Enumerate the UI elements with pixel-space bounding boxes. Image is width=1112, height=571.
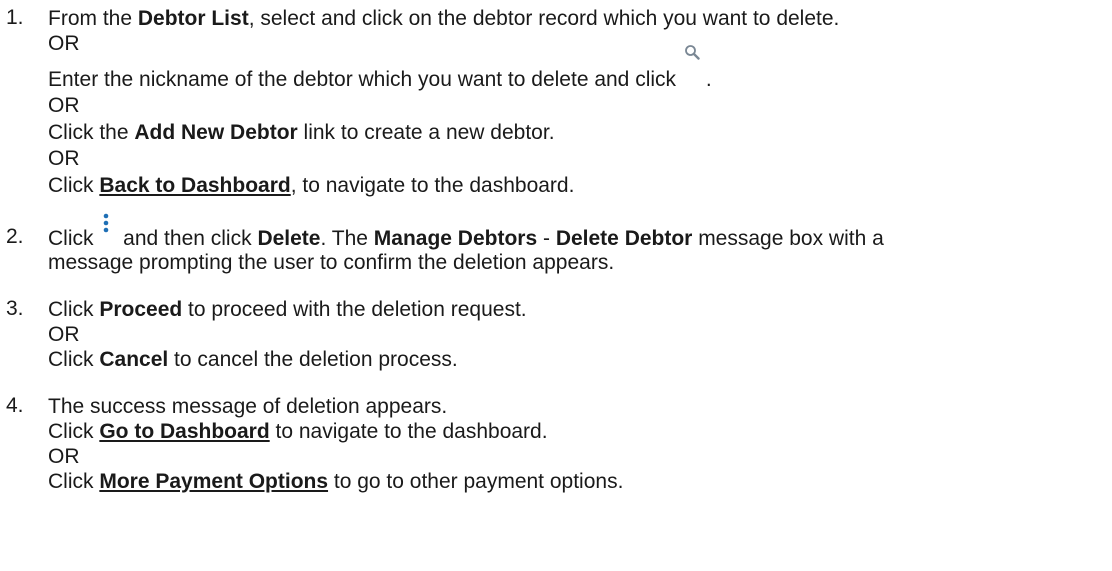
go-to-dashboard-label: Go to Dashboard [99, 420, 270, 443]
step-number: 3. [6, 297, 24, 320]
proceed-label: Proceed [99, 298, 183, 321]
step-2-line-1: Click and then click Delete. The Manage … [48, 213, 884, 251]
step-1-line-3: Enter the nickname of the debtor which y… [48, 45, 712, 92]
manage-debtors-label: Manage Debtors [373, 227, 538, 250]
step-4-line-2: Click Go to Dashboard to navigate to the… [48, 420, 548, 443]
step-number: 1. [6, 6, 24, 29]
step-3-or: OR [48, 323, 80, 346]
step-1-line-1: From the Debtor List, select and click o… [48, 7, 840, 30]
kebab-menu-icon [104, 213, 109, 233]
more-payment-options-label: More Payment Options [99, 470, 329, 493]
step-4-line-4: Click More Payment Options to go to othe… [48, 470, 624, 493]
cancel-label: Cancel [99, 348, 169, 371]
step-4-line-1: The success message of deletion appears. [48, 395, 448, 418]
step-3-line-1: Click Proceed to proceed with the deleti… [48, 298, 527, 321]
add-new-debtor-label: Add New Debtor [134, 121, 298, 144]
step-number: 4. [6, 394, 24, 417]
step-2-line-2: message prompting the user to confirm th… [48, 251, 615, 274]
step-1-line-5: Click the Add New Debtor link to create … [48, 121, 555, 144]
step-4-or: OR [48, 445, 80, 468]
step-3-line-3: Click Cancel to cancel the deletion proc… [48, 348, 458, 371]
back-to-dashboard-label: Back to Dashboard [99, 174, 291, 197]
delete-debtor-label: Delete Debtor [555, 227, 693, 250]
delete-label: Delete [257, 227, 321, 250]
search-icon [684, 45, 700, 60]
step-1-or-1: OR [48, 32, 80, 55]
step-number: 2. [6, 225, 24, 248]
debtor-list-label: Debtor List [137, 7, 249, 30]
step-1-line-7: Click Back to Dashboard, to navigate to … [48, 174, 575, 197]
step-1-or-3: OR [48, 147, 80, 170]
step-1-or-2: OR [48, 94, 80, 117]
